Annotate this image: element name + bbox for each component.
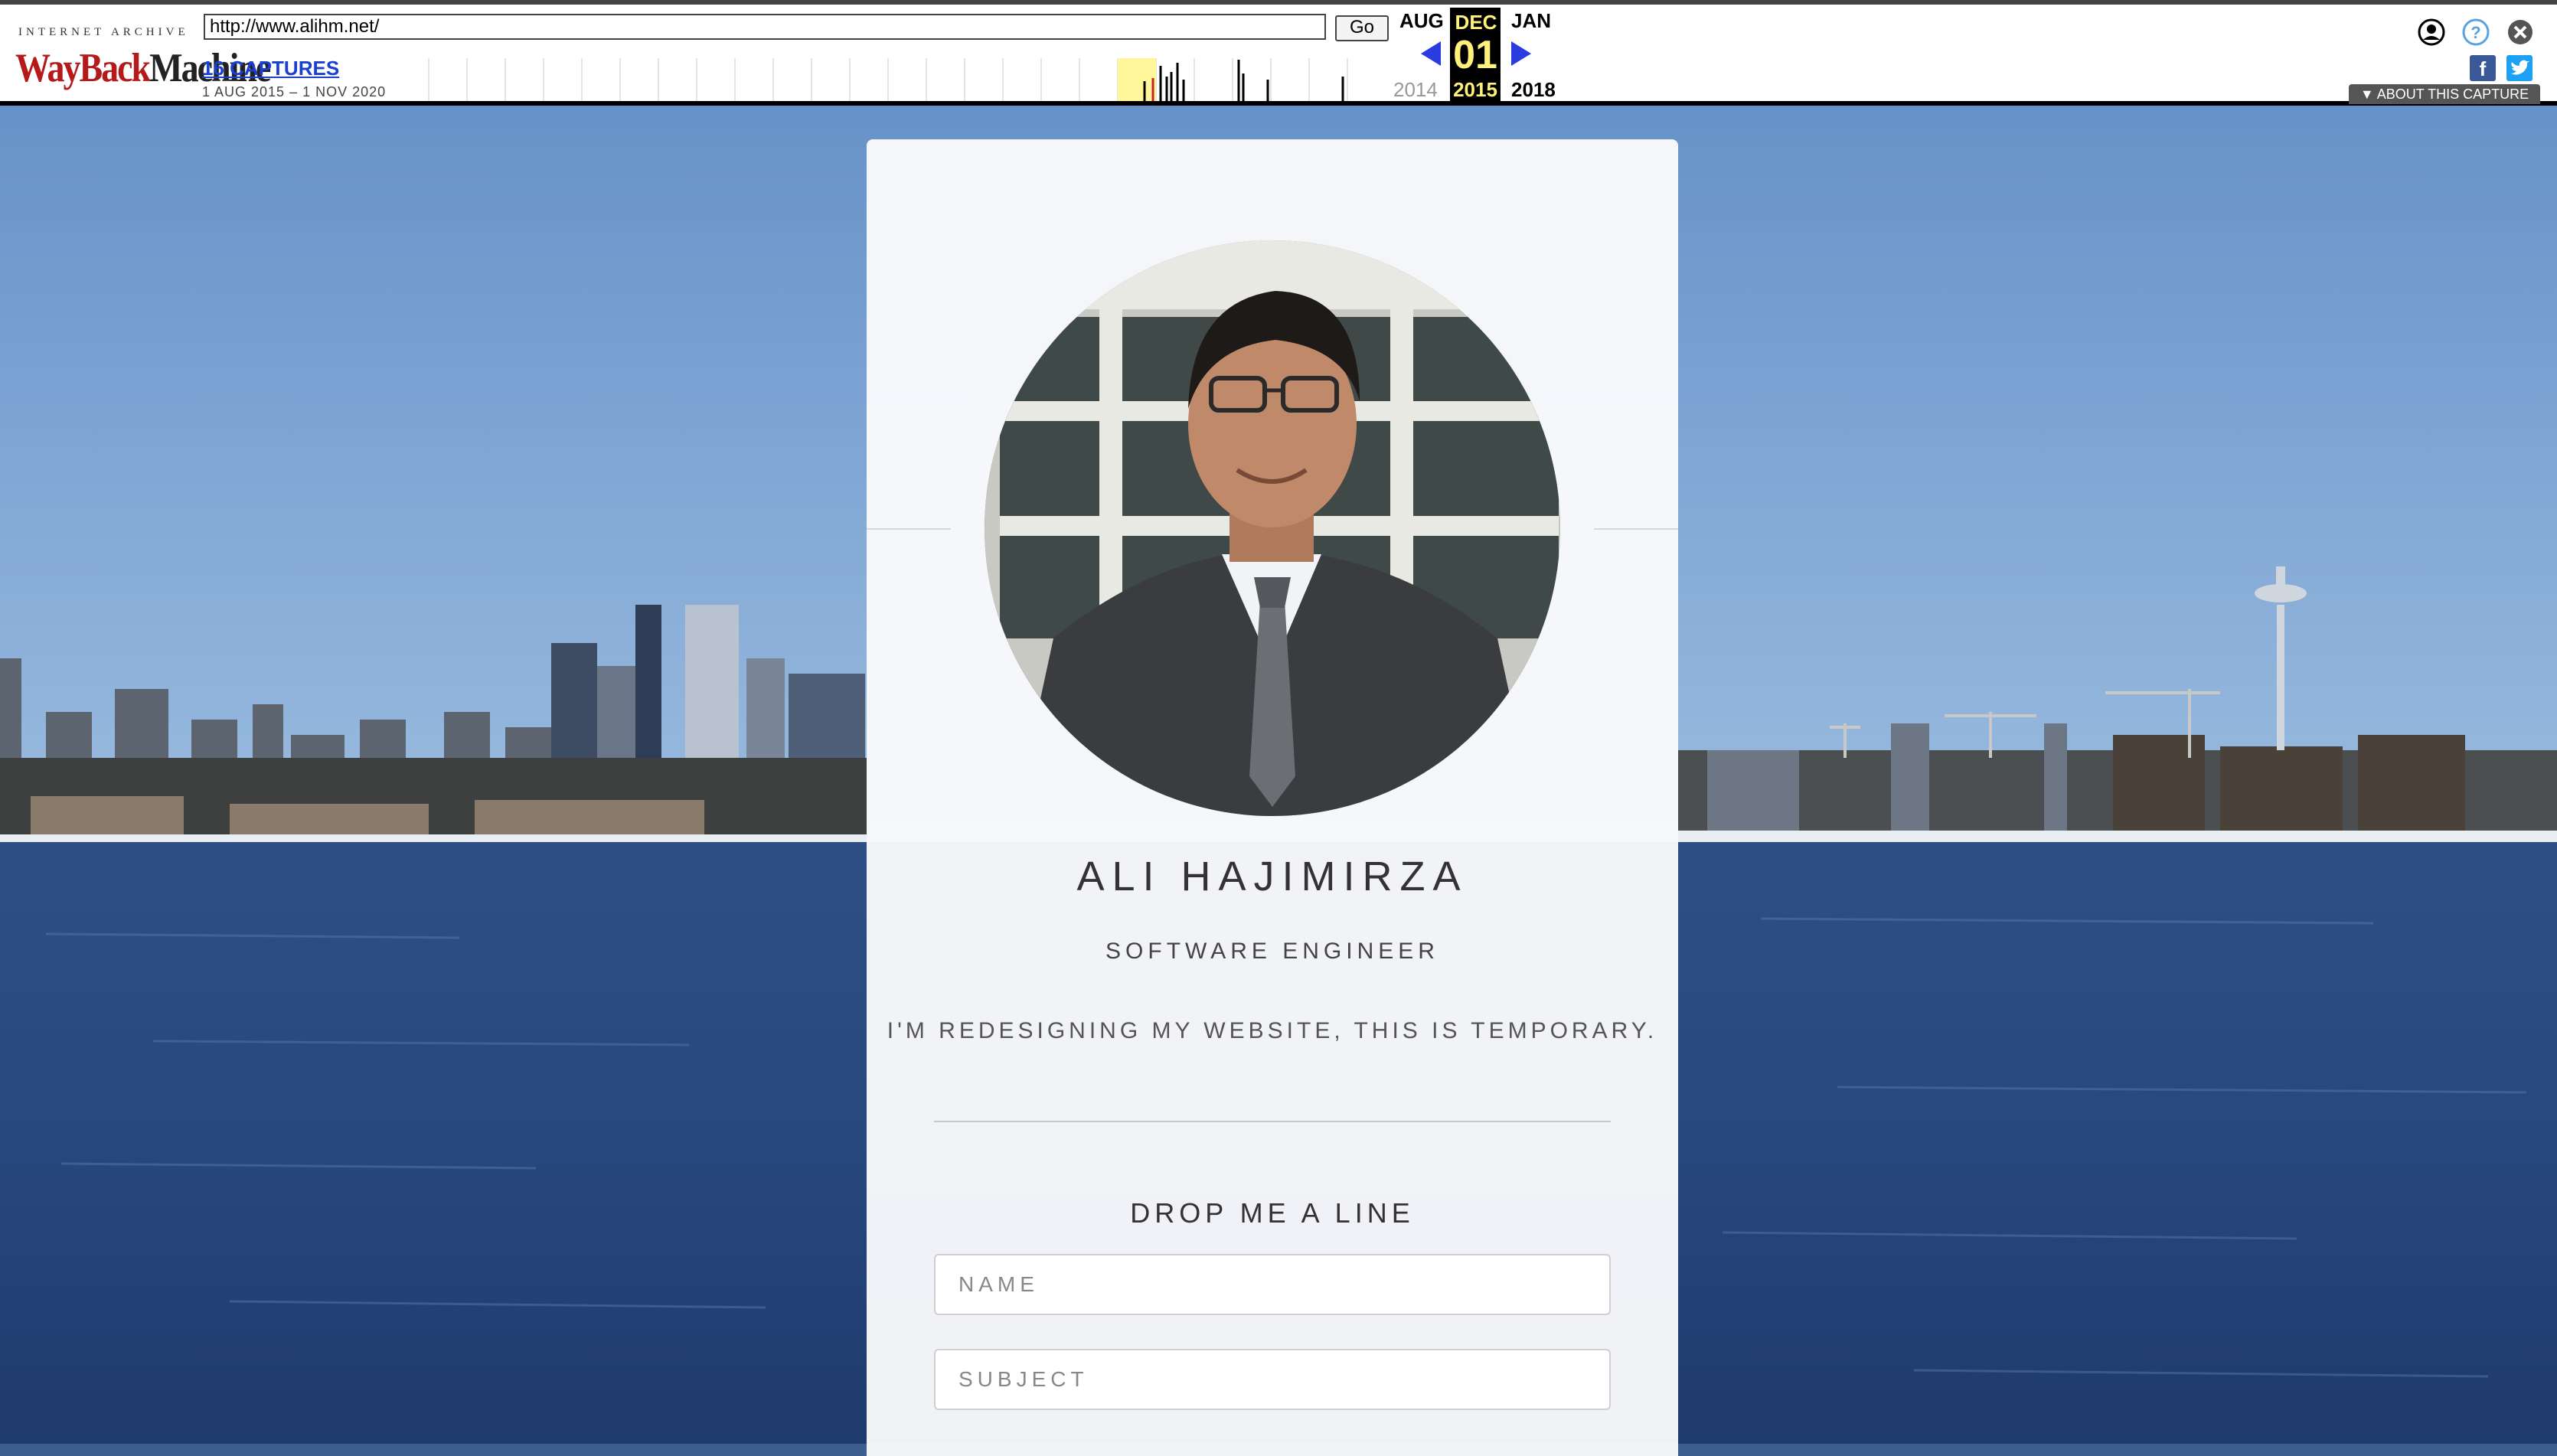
captures-link[interactable]: 16 CAPTURES bbox=[202, 57, 339, 80]
next-capture-arrow-icon[interactable] bbox=[1511, 41, 1531, 66]
profile-card: ALI HAJIMIRZA SOFTWARE ENGINEER I'M REDE… bbox=[867, 139, 1678, 1456]
section-divider bbox=[934, 1121, 1611, 1122]
capture-range: 1 AUG 2015 – 1 NOV 2020 bbox=[202, 84, 387, 100]
next-month-label[interactable]: JAN bbox=[1511, 9, 1551, 33]
profile-tagline: I'M REDESIGNING MY WEBSITE, THIS IS TEMP… bbox=[887, 1018, 1658, 1043]
facebook-icon[interactable]: f bbox=[2470, 55, 2496, 81]
about-label: ABOUT THIS CAPTURE bbox=[2376, 87, 2529, 102]
next-year-label[interactable]: 2018 bbox=[1511, 78, 1556, 102]
close-icon[interactable] bbox=[2506, 18, 2534, 46]
user-icon[interactable] bbox=[2418, 18, 2445, 46]
avatar-rule-left bbox=[867, 528, 951, 530]
help-icon[interactable]: ? bbox=[2462, 18, 2490, 46]
prev-year-label[interactable]: 2014 bbox=[1393, 78, 1438, 102]
wayback-toolbar: INTERNET ARCHIVE WayBackMachine Go 16 CA… bbox=[0, 0, 2557, 106]
current-day-label: 01 bbox=[1453, 33, 1497, 77]
prev-capture-arrow-icon[interactable] bbox=[1421, 41, 1441, 66]
wayback-url-input[interactable] bbox=[204, 14, 1326, 40]
go-button[interactable]: Go bbox=[1335, 15, 1389, 41]
avatar-rule-right bbox=[1594, 528, 1678, 530]
wayback-logo[interactable]: INTERNET ARCHIVE WayBackMachine bbox=[15, 21, 271, 90]
avatar bbox=[985, 240, 1560, 816]
logo-word-wayback: WayBack bbox=[15, 44, 151, 90]
logo-internet-archive-text: INTERNET ARCHIVE bbox=[18, 26, 189, 38]
twitter-icon[interactable] bbox=[2506, 55, 2533, 81]
about-this-capture-button[interactable]: ▼ ABOUT THIS CAPTURE bbox=[2349, 84, 2540, 104]
svg-text:?: ? bbox=[2470, 23, 2480, 42]
profile-role: SOFTWARE ENGINEER bbox=[1105, 939, 1439, 964]
capture-sparkline[interactable] bbox=[390, 58, 1386, 101]
current-month-label: DEC bbox=[1455, 11, 1497, 34]
prev-month-label[interactable]: AUG bbox=[1399, 9, 1444, 33]
current-year-label: 2015 bbox=[1453, 78, 1497, 101]
triangle-down-icon: ▼ bbox=[2359, 87, 2377, 102]
contact-form-title: DROP ME A LINE bbox=[1130, 1197, 1415, 1229]
profile-name: ALI HAJIMIRZA bbox=[1076, 854, 1468, 899]
name-field[interactable] bbox=[934, 1254, 1611, 1315]
subject-field[interactable] bbox=[934, 1349, 1611, 1410]
